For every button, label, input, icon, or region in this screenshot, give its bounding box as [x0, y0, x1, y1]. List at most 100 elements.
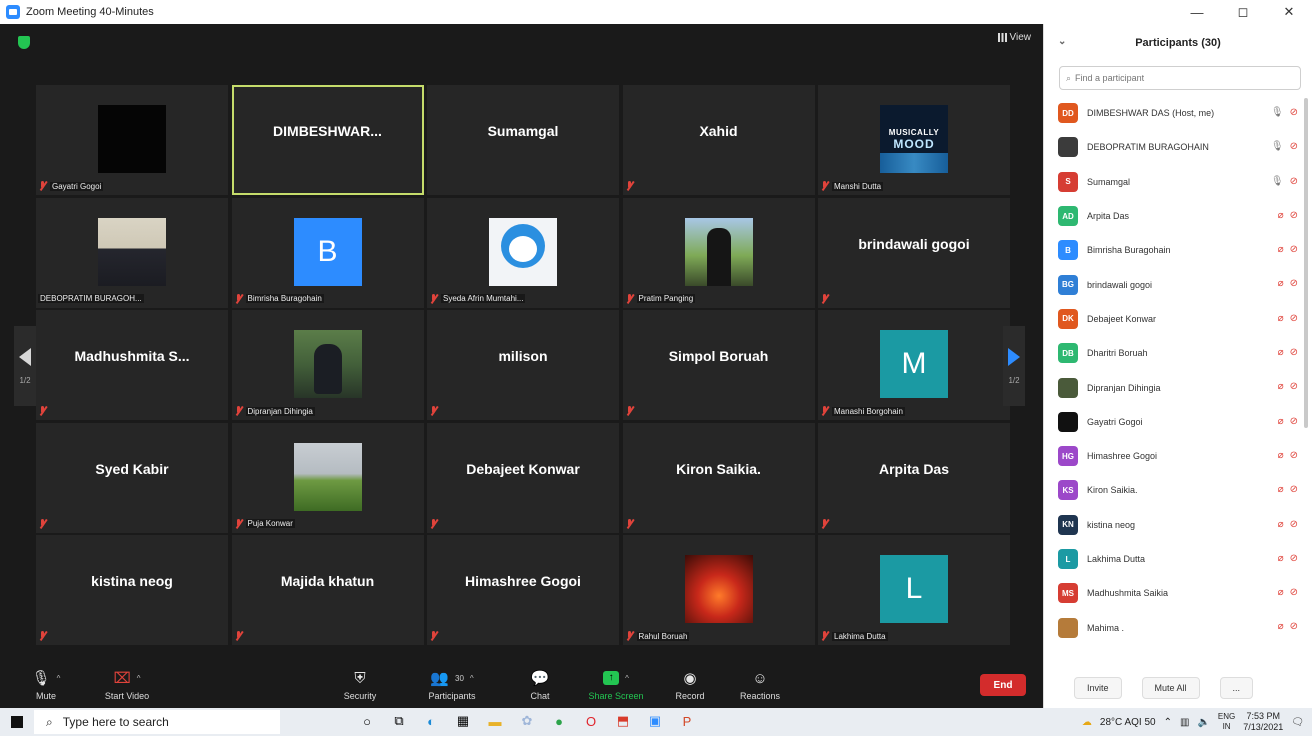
video-tile[interactable]: Puja Konwar: [231, 422, 424, 533]
video-off-icon[interactable]: ⊘: [1290, 313, 1298, 324]
mute-button[interactable]: 🎙 ^ Mute: [26, 660, 66, 708]
reactions-button[interactable]: ☺ Reactions: [734, 660, 786, 708]
edge-icon[interactable]: ◐: [422, 712, 440, 730]
muted-mic-icon[interactable]: ⌀: [1278, 587, 1284, 598]
paint-icon[interactable]: ✿: [518, 712, 536, 730]
video-tile[interactable]: L Lakhima Dutta: [818, 535, 1010, 645]
video-tile[interactable]: Pratim Panging: [622, 197, 815, 308]
muted-mic-icon[interactable]: ⌀: [1278, 484, 1284, 495]
video-tile[interactable]: Simpol Boruah: [622, 310, 815, 420]
participant-row[interactable]: DB Dharitri Boruah ⌀ ⊘: [1054, 336, 1302, 370]
opera-icon[interactable]: O: [582, 712, 600, 730]
microphone-icon[interactable]: 🎙: [1271, 176, 1284, 187]
participant-row[interactable]: S Sumamgal 🎙 ⊘: [1054, 165, 1302, 199]
calculator-icon[interactable]: ▦: [454, 712, 472, 730]
video-off-icon[interactable]: ⊘: [1290, 621, 1298, 632]
weather-text[interactable]: 28°C AQI 50: [1100, 717, 1156, 728]
muted-mic-icon[interactable]: ⌀: [1278, 621, 1284, 632]
weather-icon[interactable]: ☁: [1082, 717, 1092, 728]
clock[interactable]: 7:53 PM 7/13/2021: [1243, 711, 1283, 733]
video-tile[interactable]: Majida khatun: [231, 535, 424, 645]
video-tile[interactable]: Madhushmita S...: [36, 310, 228, 420]
participant-row[interactable]: HG Himashree Gogoi ⌀ ⊘: [1054, 439, 1302, 473]
powerpoint-icon[interactable]: P: [678, 712, 696, 730]
video-tile[interactable]: brindawali gogoi: [818, 197, 1010, 308]
minimize-button[interactable]: —: [1174, 0, 1220, 24]
zoom-taskbar-icon[interactable]: ▣: [646, 712, 664, 730]
video-tile[interactable]: Rahul Boruah: [622, 535, 815, 645]
end-meeting-button[interactable]: End: [980, 674, 1026, 696]
video-tile[interactable]: Syeda Afrin Mumtahi...: [427, 197, 619, 308]
previous-page-button[interactable]: 1/2: [14, 326, 36, 406]
file-explorer-icon[interactable]: ▬: [486, 712, 504, 730]
video-tile[interactable]: Arpita Das: [818, 422, 1010, 533]
participant-scrollbar[interactable]: [1304, 98, 1308, 428]
video-off-icon[interactable]: ⊘: [1290, 519, 1298, 530]
video-off-icon[interactable]: ⊘: [1290, 484, 1298, 495]
participant-row[interactable]: Dipranjan Dihingia ⌀ ⊘: [1054, 370, 1302, 404]
muted-mic-icon[interactable]: ⌀: [1278, 347, 1284, 358]
search-input[interactable]: [1075, 73, 1276, 83]
participant-row[interactable]: Gayatri Gogoi ⌀ ⊘: [1054, 405, 1302, 439]
volume-icon[interactable]: 🔈: [1197, 717, 1209, 728]
muted-mic-icon[interactable]: ⌀: [1278, 416, 1284, 427]
video-tile[interactable]: Kiron Saikia.: [622, 422, 815, 533]
video-off-icon[interactable]: ⊘: [1290, 381, 1298, 392]
more-options-button[interactable]: ...: [1219, 677, 1254, 699]
chat-button[interactable]: 💬 Chat: [522, 660, 558, 708]
participant-row[interactable]: B Bimrisha Buragohain ⌀ ⊘: [1054, 233, 1302, 267]
muted-mic-icon[interactable]: ⌀: [1278, 450, 1284, 461]
security-button[interactable]: ⛨ Security: [338, 660, 382, 708]
chevron-down-icon[interactable]: ⌄: [1058, 36, 1066, 47]
video-off-icon[interactable]: ⊘: [1290, 107, 1298, 118]
microphone-icon[interactable]: 🎙: [1271, 141, 1284, 152]
video-off-icon[interactable]: ⊘: [1290, 244, 1298, 255]
video-tile[interactable]: kistina neog: [36, 535, 228, 645]
participant-row[interactable]: DEBOPRATIM BURAGOHAIN 🎙 ⊘: [1054, 130, 1302, 164]
network-icon[interactable]: ▥: [1180, 717, 1189, 728]
notifications-icon[interactable]: 🗨: [1291, 717, 1304, 728]
next-page-button[interactable]: 1/2: [1003, 326, 1025, 406]
record-button[interactable]: ◉ Record: [668, 660, 712, 708]
video-tile[interactable]: B Bimrisha Buragohain: [231, 197, 424, 308]
close-button[interactable]: ✕: [1266, 0, 1312, 24]
video-tile[interactable]: DIMBESHWAR...: [231, 85, 424, 195]
muted-mic-icon[interactable]: ⌀: [1278, 381, 1284, 392]
muted-mic-icon[interactable]: ⌀: [1278, 553, 1284, 564]
start-video-button[interactable]: ⌧ ^ Start Video: [92, 660, 162, 708]
show-hidden-icons-icon[interactable]: ⌃: [1164, 717, 1172, 728]
video-off-icon[interactable]: ⊘: [1290, 141, 1298, 152]
participant-row[interactable]: BG brindawali gogoi ⌀ ⊘: [1054, 267, 1302, 301]
encryption-shield-icon[interactable]: [18, 36, 30, 49]
cortana-icon[interactable]: ○: [358, 712, 376, 730]
start-button[interactable]: [0, 716, 34, 728]
taskbar-search[interactable]: ⌕ Type here to search: [34, 710, 280, 734]
video-tile[interactable]: Xahid: [622, 85, 815, 195]
participants-button[interactable]: 👥 30 ^ Participants: [420, 660, 484, 708]
maximize-button[interactable]: ◻: [1220, 0, 1266, 24]
video-off-icon[interactable]: ⊘: [1290, 278, 1298, 289]
view-button[interactable]: View: [997, 32, 1031, 43]
task-view-icon[interactable]: ⧉: [390, 712, 408, 730]
acrobat-icon[interactable]: ⬒: [614, 712, 632, 730]
muted-mic-icon[interactable]: ⌀: [1278, 519, 1284, 530]
participant-row[interactable]: KS Kiron Saikia. ⌀ ⊘: [1054, 473, 1302, 507]
language-indicator[interactable]: ENG IN: [1218, 712, 1235, 732]
video-tile[interactable]: Gayatri Gogoi: [36, 85, 228, 195]
video-tile[interactable]: DEBOPRATIM BURAGOH...: [36, 197, 228, 308]
video-off-icon[interactable]: ⊘: [1290, 347, 1298, 358]
video-tile[interactable]: Debajeet Konwar: [427, 422, 619, 533]
video-off-icon[interactable]: ⊘: [1290, 210, 1298, 221]
video-tile[interactable]: Sumamgal: [427, 85, 619, 195]
video-off-icon[interactable]: ⊘: [1290, 416, 1298, 427]
participant-row[interactable]: MS Madhushmita Saikia ⌀ ⊘: [1054, 576, 1302, 610]
video-off-icon[interactable]: ⊘: [1290, 176, 1298, 187]
video-tile[interactable]: Dipranjan Dihingia: [231, 310, 424, 420]
video-tile[interactable]: MUSICALLY MOOD Manshi Dutta: [818, 85, 1010, 195]
video-tile[interactable]: Syed Kabir: [36, 422, 228, 533]
video-tile[interactable]: M Manashi Borgohain: [818, 310, 1010, 420]
participant-search[interactable]: ⌕: [1059, 66, 1301, 90]
share-screen-button[interactable]: ↑ ^ Share Screen: [584, 660, 648, 708]
participant-row[interactable]: KN kistina neog ⌀ ⊘: [1054, 508, 1302, 542]
invite-button[interactable]: Invite: [1074, 677, 1122, 699]
